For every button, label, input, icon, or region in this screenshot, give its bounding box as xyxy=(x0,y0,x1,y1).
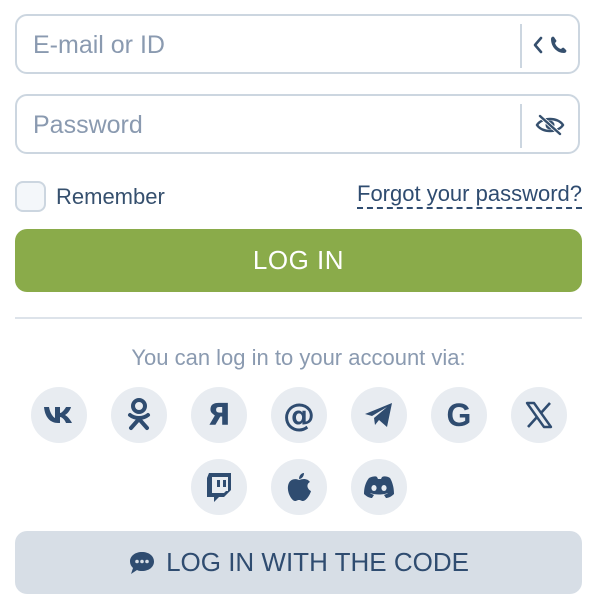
divider xyxy=(15,317,582,319)
x-icon xyxy=(525,401,553,429)
switch-to-phone-icon[interactable] xyxy=(530,30,570,60)
email-field-divider xyxy=(520,24,522,68)
social-button-x[interactable] xyxy=(511,387,567,443)
social-button-google[interactable]: G xyxy=(431,387,487,443)
email-field-container xyxy=(15,14,580,74)
social-button-mail[interactable]: @ xyxy=(271,387,327,443)
password-field-divider xyxy=(520,104,522,148)
login-button[interactable]: LOG IN xyxy=(15,229,582,292)
social-button-discord[interactable] xyxy=(351,459,407,515)
social-button-ok[interactable] xyxy=(111,387,167,443)
google-icon: G xyxy=(446,396,472,433)
login-with-code-button[interactable]: LOG IN WITH THE CODE xyxy=(15,531,582,594)
social-button-vk[interactable] xyxy=(31,387,87,443)
at-icon: @ xyxy=(283,396,315,434)
social-button-yandex[interactable]: Я xyxy=(191,387,247,443)
remember-checkbox[interactable] xyxy=(15,181,46,212)
chat-bubble-icon xyxy=(128,550,156,576)
remember-label[interactable]: Remember xyxy=(56,184,165,210)
vk-icon xyxy=(44,407,72,423)
telegram-icon xyxy=(365,403,392,427)
social-button-telegram[interactable] xyxy=(351,387,407,443)
social-login-prompt: You can log in to your account via: xyxy=(131,345,466,370)
eye-slash-icon[interactable] xyxy=(530,110,570,140)
password-field-container xyxy=(15,94,580,154)
apple-icon xyxy=(287,473,311,501)
social-button-apple[interactable] xyxy=(271,459,327,515)
yandex-icon: Я xyxy=(207,397,231,433)
email-input[interactable] xyxy=(31,24,515,66)
password-input[interactable] xyxy=(31,104,515,146)
ok-icon xyxy=(128,398,150,430)
forgot-password-link[interactable]: Forgot your password? xyxy=(357,182,582,209)
social-button-twitch[interactable] xyxy=(191,459,247,515)
login-with-code-label: LOG IN WITH THE CODE xyxy=(166,547,469,577)
discord-icon xyxy=(364,476,394,498)
twitch-icon xyxy=(207,473,231,502)
